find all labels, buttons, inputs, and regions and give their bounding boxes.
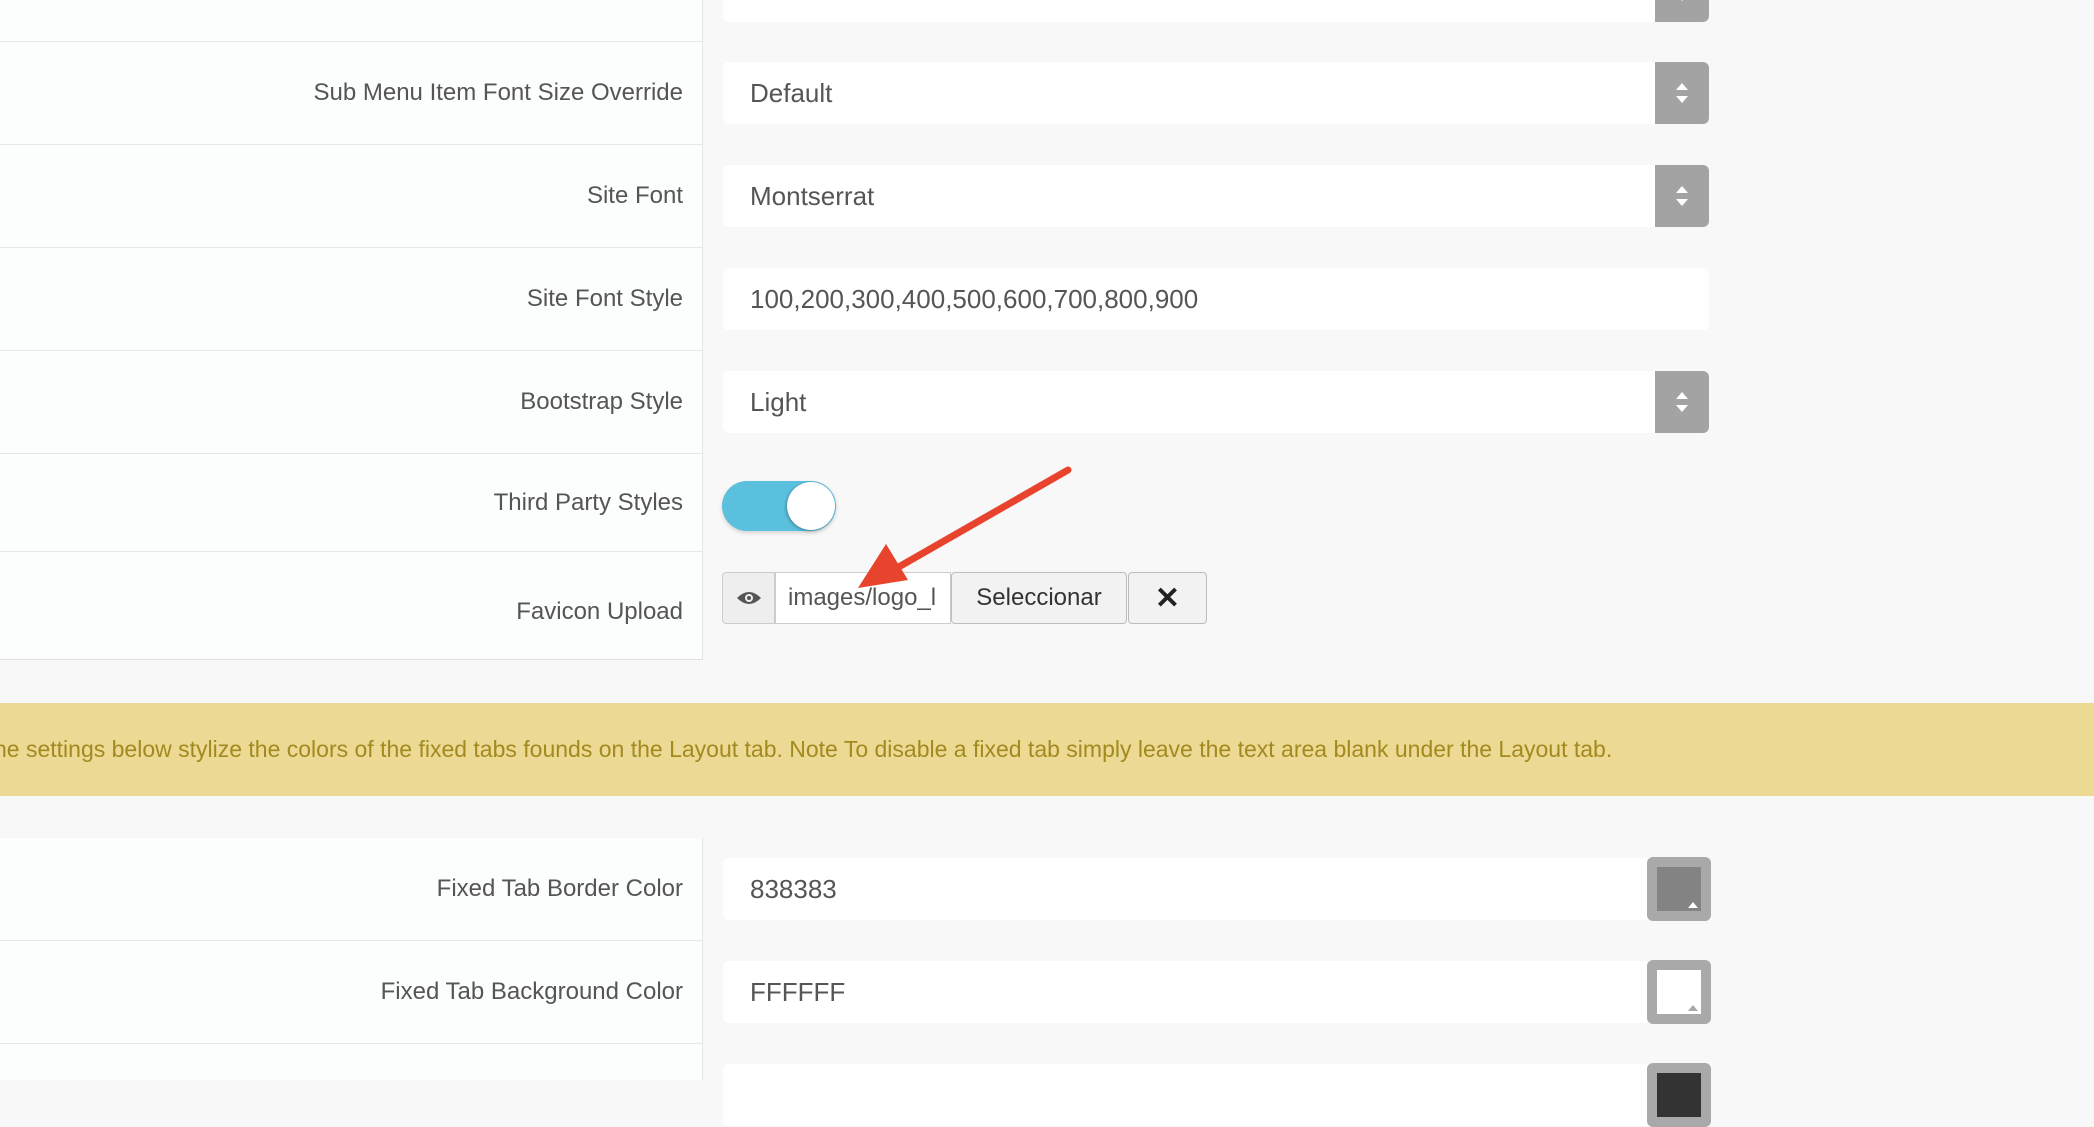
fixed-tab-background-color-label: Fixed Tab Background Color — [380, 978, 683, 1005]
fixed-tab-background-color-value: FFFFFF — [750, 976, 846, 1007]
eye-icon — [736, 592, 761, 604]
site-font-select[interactable]: Montserrat — [723, 165, 1709, 227]
row-favicon-upload: Favicon Upload — [0, 552, 702, 660]
row-partial-top — [0, 0, 702, 42]
color-swatch — [1657, 867, 1701, 911]
site-font-value: Montserrat — [750, 180, 875, 211]
sub-menu-font-size-value: Default — [750, 77, 833, 108]
site-font-style-value: 100,200,300,400,500,600,700,800,900 — [750, 283, 1199, 314]
clear-file-button[interactable]: ✕ — [1128, 572, 1207, 624]
site-font-style-input[interactable]: 100,200,300,400,500,600,700,800,900 — [723, 268, 1709, 330]
row-site-font-style: Site Font Style — [0, 248, 702, 351]
next-color-input[interactable] — [723, 1063, 1711, 1127]
row-sub-menu-font-size: Sub Menu Item Font Size Override — [0, 42, 702, 145]
favicon-upload-label: Favicon Upload — [516, 597, 683, 625]
partial-top-select[interactable] — [723, 0, 1709, 22]
color-swatch — [1657, 970, 1701, 1014]
fixed-tab-background-color-input[interactable]: FFFFFF — [723, 960, 1711, 1024]
sub-menu-font-size-select[interactable]: Default — [723, 62, 1709, 124]
chevron-up-down-icon — [1655, 62, 1709, 124]
fixed-tab-border-color-label: Fixed Tab Border Color — [436, 875, 683, 902]
notice-text: he settings below stylize the colors of … — [0, 736, 1613, 762]
row-bootstrap-style: Bootstrap Style — [0, 351, 702, 454]
red-arrow-annotation — [858, 466, 1072, 588]
third-party-styles-label: Third Party Styles — [493, 488, 683, 516]
close-icon: ✕ — [1154, 581, 1181, 615]
fixed-tabs-notice: he settings below stylize the colors of … — [0, 703, 2094, 796]
toggle-knob — [787, 482, 835, 530]
chevron-up-down-icon — [1655, 165, 1709, 227]
row-site-font: Site Font — [0, 145, 702, 248]
favicon-preview-button[interactable] — [722, 572, 775, 624]
color-picker-button[interactable] — [1647, 960, 1711, 1024]
bootstrap-style-label: Bootstrap Style — [520, 388, 683, 415]
row-third-party-styles: Third Party Styles — [0, 454, 702, 552]
color-picker-button[interactable] — [1647, 857, 1711, 921]
third-party-styles-toggle[interactable] — [722, 481, 836, 531]
chevron-up-down-icon — [1655, 0, 1709, 22]
color-picker-button[interactable] — [1647, 1063, 1711, 1127]
chevron-up-down-icon — [1655, 371, 1709, 433]
row-fixed-tab-border-color: Fixed Tab Border Color — [0, 838, 702, 941]
fixed-tab-border-color-input[interactable]: 838383 — [723, 857, 1711, 921]
bootstrap-style-value: Light — [750, 386, 807, 417]
sub-menu-font-size-label: Sub Menu Item Font Size Override — [313, 79, 684, 106]
row-fixed-tab-background-color: Fixed Tab Background Color — [0, 941, 702, 1044]
site-font-label: Site Font — [586, 182, 683, 209]
site-font-style-label: Site Font Style — [526, 285, 683, 312]
bootstrap-style-select[interactable]: Light — [723, 371, 1709, 433]
fixed-tab-border-color-value: 838383 — [750, 873, 837, 904]
